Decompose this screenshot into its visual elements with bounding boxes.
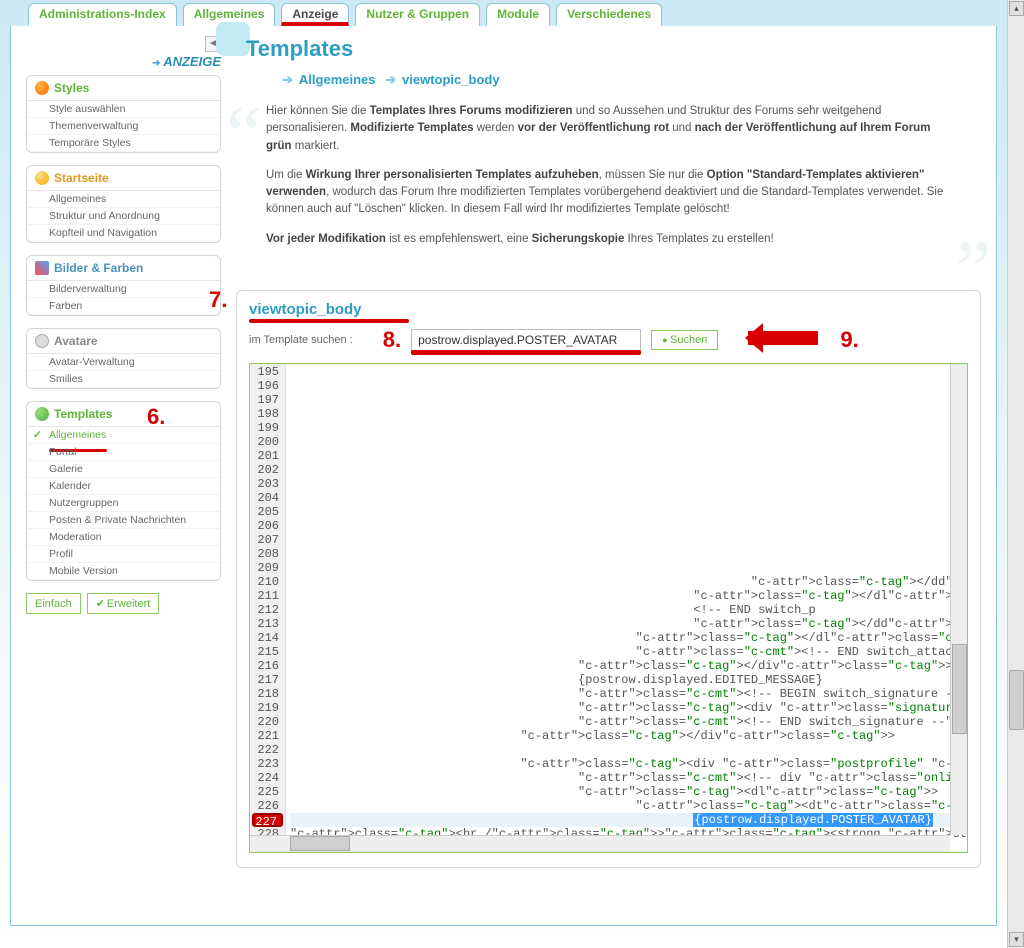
sidebar-item[interactable]: Allgemeines <box>27 191 220 208</box>
page-title: Templates <box>246 36 981 62</box>
breadcrumb-link[interactable]: Allgemeines <box>299 72 376 87</box>
sidebar-item[interactable]: Kalender <box>27 478 220 495</box>
simple-button[interactable]: Einfach <box>26 593 81 614</box>
sidebar-item[interactable]: Struktur und Anordnung <box>27 208 220 225</box>
sidegroup-styles: Styles Style auswählen Themenverwaltung … <box>26 75 221 153</box>
sidebar-item-allgemeines[interactable]: Allgemeines <box>27 427 220 444</box>
line-gutter: 1951961971981992002012022032042052062072… <box>250 364 286 852</box>
scroll-down-icon[interactable]: ▾ <box>1009 932 1024 947</box>
sidebar-item[interactable]: Farben <box>27 298 220 315</box>
sidebar-item[interactable]: Posten & Private Nachrichten <box>27 512 220 529</box>
sidebar-item[interactable]: Avatar-Verwaltung <box>27 354 220 371</box>
breadcrumb-link[interactable]: viewtopic_body <box>402 72 500 87</box>
breadcrumb: ➔Allgemeines ➔viewtopic_body <box>276 72 981 88</box>
editor-hscrollbar[interactable] <box>250 835 950 852</box>
annotation-8: 8. <box>383 327 401 353</box>
extended-button[interactable]: ✔Erweitert <box>87 593 160 614</box>
annotation-arrow-icon <box>748 331 818 345</box>
tab-verschiedenes[interactable]: Verschiedenes <box>556 3 662 26</box>
content: Templates ➔Allgemeines ➔viewtopic_body “… <box>236 36 981 915</box>
sidebar-item[interactable]: Portal <box>27 444 220 461</box>
page-vscrollbar[interactable]: ▴ ▾ <box>1007 0 1024 948</box>
code-editor[interactable]: 1951961971981992002012022032042052062072… <box>249 363 968 853</box>
intro-text: “ Hier können Sie die Templates Ihres Fo… <box>236 103 981 270</box>
quote-open-icon: “ <box>226 115 262 155</box>
sidebar-item[interactable]: Style auswählen <box>27 101 220 118</box>
sidebar: ◄ ANZEIGE Styles Style auswählen Themenv… <box>26 36 221 915</box>
search-label: im Template suchen : <box>249 334 353 346</box>
search-button[interactable]: Suchen <box>651 330 718 350</box>
title-marker-icon <box>216 22 250 56</box>
sidebar-item[interactable]: Themenverwaltung <box>27 118 220 135</box>
sidebar-crumb: ANZEIGE <box>26 54 221 69</box>
sidebar-item[interactable]: Profil <box>27 546 220 563</box>
quote-close-icon: ” <box>955 250 991 290</box>
avatare-icon <box>35 334 49 348</box>
sidebar-item[interactable]: Smilies <box>27 371 220 388</box>
annotation-7: 7. <box>209 287 227 313</box>
top-tabs: Administrations-Index Allgemeines Anzeig… <box>0 0 1007 26</box>
tab-nutzer-gruppen[interactable]: Nutzer & Gruppen <box>355 3 480 26</box>
sidebar-item[interactable]: Mobile Version <box>27 563 220 580</box>
tab-admin-index[interactable]: Administrations-Index <box>28 3 177 26</box>
styles-icon <box>35 81 49 95</box>
sidebar-item[interactable]: Kopfteil und Navigation <box>27 225 220 242</box>
bilder-icon <box>35 261 49 275</box>
sidebar-item[interactable]: Galerie <box>27 461 220 478</box>
template-search-input[interactable] <box>411 329 641 351</box>
scroll-thumb[interactable] <box>1009 670 1024 730</box>
code-area[interactable]: "c-attr">class="c-tag"></dd"c-attr">clas… <box>286 364 967 852</box>
tab-anzeige[interactable]: Anzeige <box>281 3 349 26</box>
template-panel: 7. viewtopic_body im Template suchen : 8… <box>236 290 981 868</box>
annotation-underline <box>249 319 409 323</box>
templates-icon <box>35 407 49 421</box>
sidegroup-avatare: Avatare Avatar-Verwaltung Smilies <box>26 328 221 389</box>
sidegroup-bilder-farben: Bilder & Farben Bilderverwaltung Farben <box>26 255 221 316</box>
startseite-icon <box>35 171 49 185</box>
sidebar-item[interactable]: Nutzergruppen <box>27 495 220 512</box>
scroll-up-icon[interactable]: ▴ <box>1009 1 1024 16</box>
tab-module[interactable]: Module <box>486 3 550 26</box>
template-name: viewtopic_body <box>249 301 968 318</box>
sidebar-item[interactable]: Bilderverwaltung <box>27 281 220 298</box>
annotation-underline <box>411 350 641 355</box>
sidebar-item[interactable]: Temporäre Styles <box>27 135 220 152</box>
editor-vscrollbar[interactable] <box>950 364 967 835</box>
sidegroup-templates: Templates 6. Allgemeines Portal Galerie … <box>26 401 221 581</box>
sidegroup-startseite: Startseite Allgemeines Struktur und Anor… <box>26 165 221 243</box>
annotation-9: 9. <box>840 327 858 353</box>
sidebar-item[interactable]: Moderation <box>27 529 220 546</box>
